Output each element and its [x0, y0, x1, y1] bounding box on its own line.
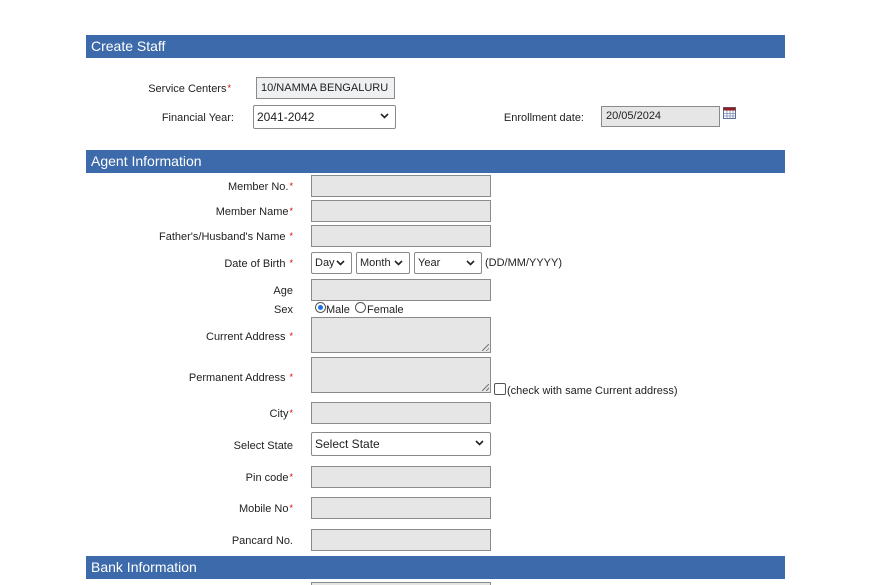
age-input[interactable] — [311, 279, 491, 301]
member-name-label: Member Name* — [215, 206, 293, 218]
sex-male-label: Male — [326, 304, 350, 316]
select-state-label: Select State — [233, 440, 293, 452]
same-address-label: (check with same Current address) — [507, 385, 678, 397]
dob-month-value: Month — [360, 257, 391, 269]
mobile-no-label: Mobile No* — [238, 503, 293, 515]
pin-code-input[interactable] — [311, 466, 491, 488]
same-address-checkbox[interactable] — [494, 383, 506, 395]
state-select-value: Select State — [315, 437, 380, 451]
current-address-textarea[interactable] — [311, 317, 491, 353]
city-label: City* — [269, 408, 293, 420]
father-husband-name-label: Father's/Husband's Name * — [159, 231, 293, 243]
member-no-input[interactable] — [311, 175, 491, 197]
state-select[interactable]: Select State — [311, 432, 491, 456]
chevron-down-icon — [394, 260, 403, 266]
sex-female-radio[interactable] — [355, 302, 366, 313]
sex-male-radio[interactable] — [315, 302, 326, 313]
pancard-no-input[interactable] — [311, 529, 491, 551]
dob-day-value: Day — [315, 257, 335, 269]
chevron-down-icon — [466, 260, 475, 266]
resize-grip-icon[interactable] — [482, 384, 489, 391]
sex-female-label: Female — [367, 304, 404, 316]
permanent-address-textarea[interactable] — [311, 357, 491, 393]
service-centers-field[interactable]: 10/NAMMA BENGALURU — [256, 77, 395, 99]
service-centers-label: Service Centers* — [148, 83, 231, 95]
dob-year-select[interactable]: Year — [414, 252, 482, 274]
dob-year-value: Year — [418, 257, 441, 269]
chevron-down-icon — [380, 113, 389, 119]
financial-year-value: 2041-2042 — [257, 110, 315, 124]
age-label: Age — [273, 285, 293, 297]
permanent-address-label: Permanent Address * — [188, 372, 293, 384]
dob-month-select[interactable]: Month — [356, 252, 410, 274]
financial-year-label: Financial Year: — [161, 112, 234, 124]
member-no-label: Member No.* — [227, 181, 293, 193]
date-of-birth-label: Date of Birth * — [224, 258, 293, 270]
chevron-down-icon — [336, 260, 345, 266]
pin-code-label: Pin code* — [245, 472, 293, 484]
mobile-no-input[interactable] — [311, 497, 491, 519]
create-staff-header: Create Staff — [86, 35, 785, 58]
member-name-input[interactable] — [311, 200, 491, 222]
dob-format-hint: (DD/MM/YYYY) — [485, 257, 562, 269]
financial-year-select[interactable]: 2041-2042 — [253, 105, 396, 129]
current-address-label: Current Address * — [206, 331, 293, 343]
sex-label: Sex — [274, 304, 293, 316]
bank-information-header: Bank Information — [86, 556, 785, 579]
chevron-down-icon — [475, 440, 484, 446]
dob-day-select[interactable]: Day — [311, 252, 352, 274]
resize-grip-icon[interactable] — [482, 344, 489, 351]
pancard-no-label: Pancard No. — [231, 535, 293, 547]
enrollment-date-label: Enrollment date: — [503, 112, 584, 124]
calendar-icon[interactable] — [723, 107, 736, 119]
city-input[interactable] — [311, 402, 491, 424]
father-husband-name-input[interactable] — [311, 225, 491, 247]
agent-information-header: Agent Information — [86, 150, 785, 173]
enrollment-date-field[interactable]: 20/05/2024 — [601, 106, 720, 127]
